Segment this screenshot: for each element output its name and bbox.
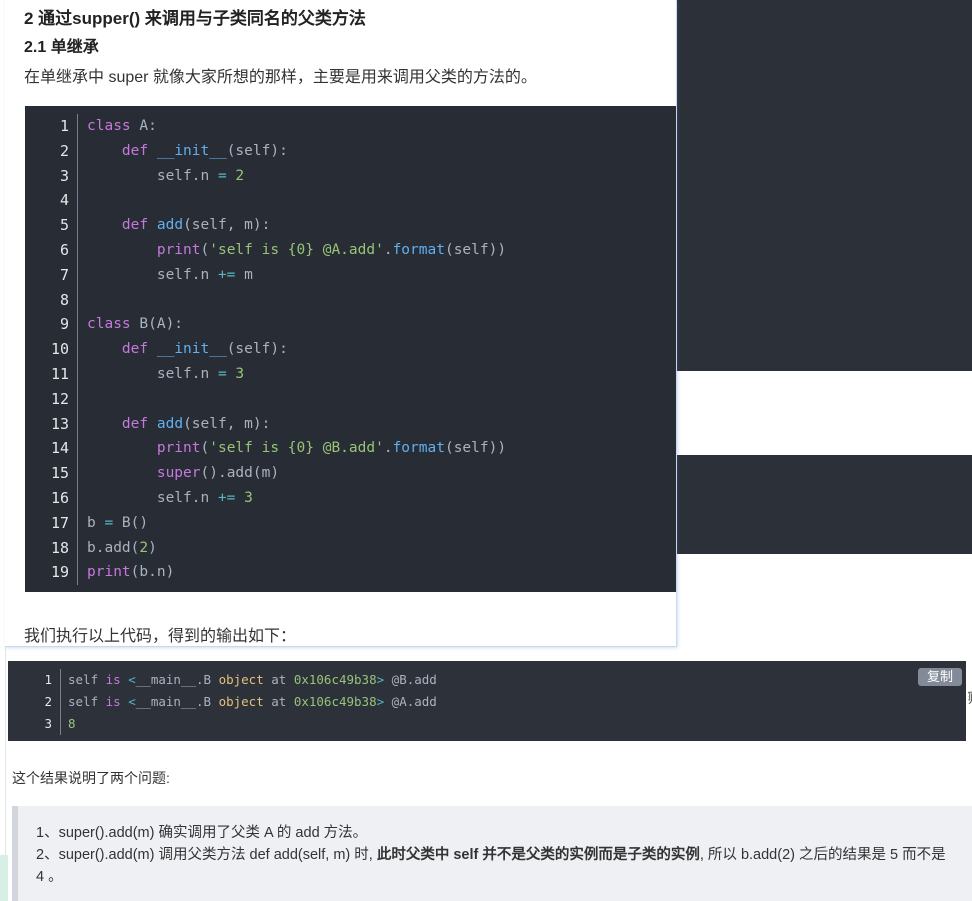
line-number: 8 [59,290,69,309]
code-line: print('self is {0} @A.add'.format(self)) [156,241,507,258]
code-line: self is <__main__.B object at 0x106c49b3… [68,694,437,709]
line-number: 5 [59,216,69,235]
code-line: print('self is {0} @B.add'.format(self)) [156,440,507,457]
line-number: 19 [50,563,69,582]
code-line: def __init__(self): [121,142,288,159]
result-item-2-start: 2、super().add(m) 调用父类方法 def add(self, m)… [36,847,377,863]
line-number: 16 [50,488,69,507]
line-number: 10 [50,340,69,359]
line-number: 3 [59,166,69,185]
copy-button[interactable]: 复制 [918,668,962,686]
article-panel: 2 通过supper() 来调用与子类同名的父类方法 2.1 单继承 在单继承中… [5,0,677,647]
line-number: 1 [59,117,69,135]
code-line: def add(self, m): [121,415,271,432]
line-number: 15 [50,464,69,483]
result-item-1: 1、super().add(m) 确实调用了父类 A 的 add 方法。 [36,825,368,841]
code-line: class A: [87,118,157,134]
line-number: 9 [59,315,69,334]
result-item-2: 2、super().add(m) 调用父类方法 def add(self, m)… [36,844,956,888]
code-lines: self is <__main__.B object at 0x106c49b3… [68,669,437,735]
code-line: self is <__main__.B object at 0x106c49b3… [68,672,437,687]
line-number: 18 [50,538,69,557]
code-line: 8 [68,716,76,731]
code-line: print(b.n) [87,564,175,581]
line-number: 6 [59,240,69,259]
section-heading: 2 通过supper() 来调用与子类同名的父类方法 [24,9,366,28]
line-number: 4 [59,191,69,210]
code-block-python[interactable]: 1 2 3 4 5 6 7 8 9 10 11 12 13 14 15 16 1… [25,106,676,592]
line-number-gutter: 1 2 3 [8,669,61,735]
line-number: 17 [50,513,69,532]
subsection-heading: 2.1 单继承 [24,39,99,56]
line-number: 1 [44,672,52,687]
code-block-output[interactable]: 1 2 3 self is <__main__.B object at 0x10… [8,661,966,741]
line-number: 7 [59,265,69,284]
code-line: class B(A): [87,316,184,333]
line-number-gutter: 1 2 3 4 5 6 7 8 9 10 11 12 13 14 15 16 1… [25,114,78,586]
line-number: 13 [50,414,69,433]
intro-paragraph: 在单继承中 super 就像大家所想的那样，主要是用来调用父类的方法的。 [24,69,537,86]
line-number: 2 [59,141,69,160]
code-line: self.n += m [87,266,253,283]
blockquote: 1、super().add(m) 确实调用了父类 A 的 add 方法。 2、s… [12,806,972,901]
result-item-2-emphasis: 此时父类中 self 并不是父类的实例而是子类的实例 [376,847,700,863]
left-edge-accent [0,855,8,901]
code-line: self.n += 3 [87,489,253,506]
background-dark-panel-top [676,0,972,371]
output-intro-text: 我们执行以上代码，得到的输出如下： [24,628,297,645]
line-number: 11 [50,364,69,383]
code-lines: class A: def __init__(self): self.n = 2 … [87,114,506,585]
line-number: 12 [50,389,69,408]
result-intro-text: 这个结果说明了两个问题: [12,770,170,786]
line-number: 14 [50,439,69,458]
code-line: super().add(m) [156,465,280,482]
code-line: b.add(2) [87,539,157,556]
background-dark-panel-middle [676,455,972,554]
code-line: b = B() [87,514,149,531]
code-line: def add(self, m): [121,217,271,234]
line-number: 2 [44,694,52,709]
code-line: self.n = 2 [87,167,245,184]
code-line: self.n = 3 [87,365,245,382]
line-number: 3 [44,716,52,731]
code-line: def __init__(self): [121,341,288,358]
